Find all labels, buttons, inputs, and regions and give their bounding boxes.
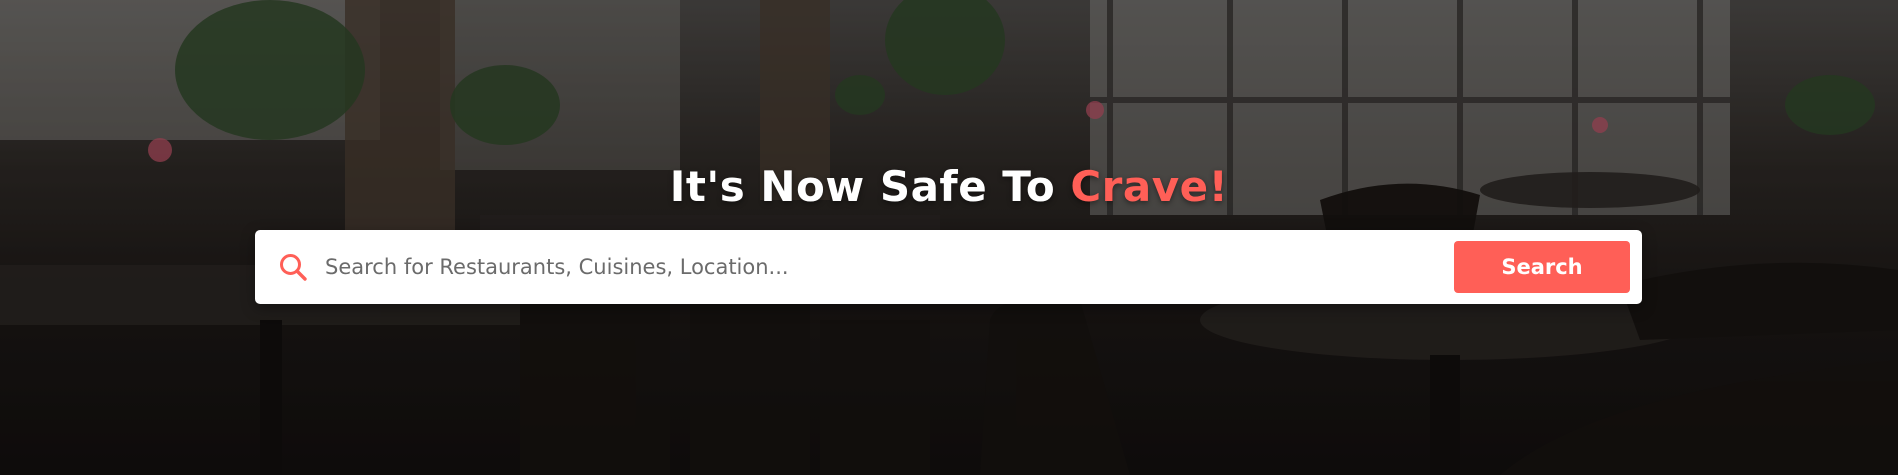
search-input[interactable] [323, 238, 1454, 296]
hero-title-accent: Crave! [1070, 162, 1229, 211]
hero-banner: It's Now Safe To Crave! Search [0, 0, 1898, 475]
hero-title-main: It's Now Safe To [669, 162, 1071, 211]
search-bar: Search [255, 230, 1642, 304]
search-icon [275, 249, 311, 285]
hero-title: It's Now Safe To Crave! [0, 162, 1898, 211]
search-button[interactable]: Search [1454, 241, 1630, 293]
